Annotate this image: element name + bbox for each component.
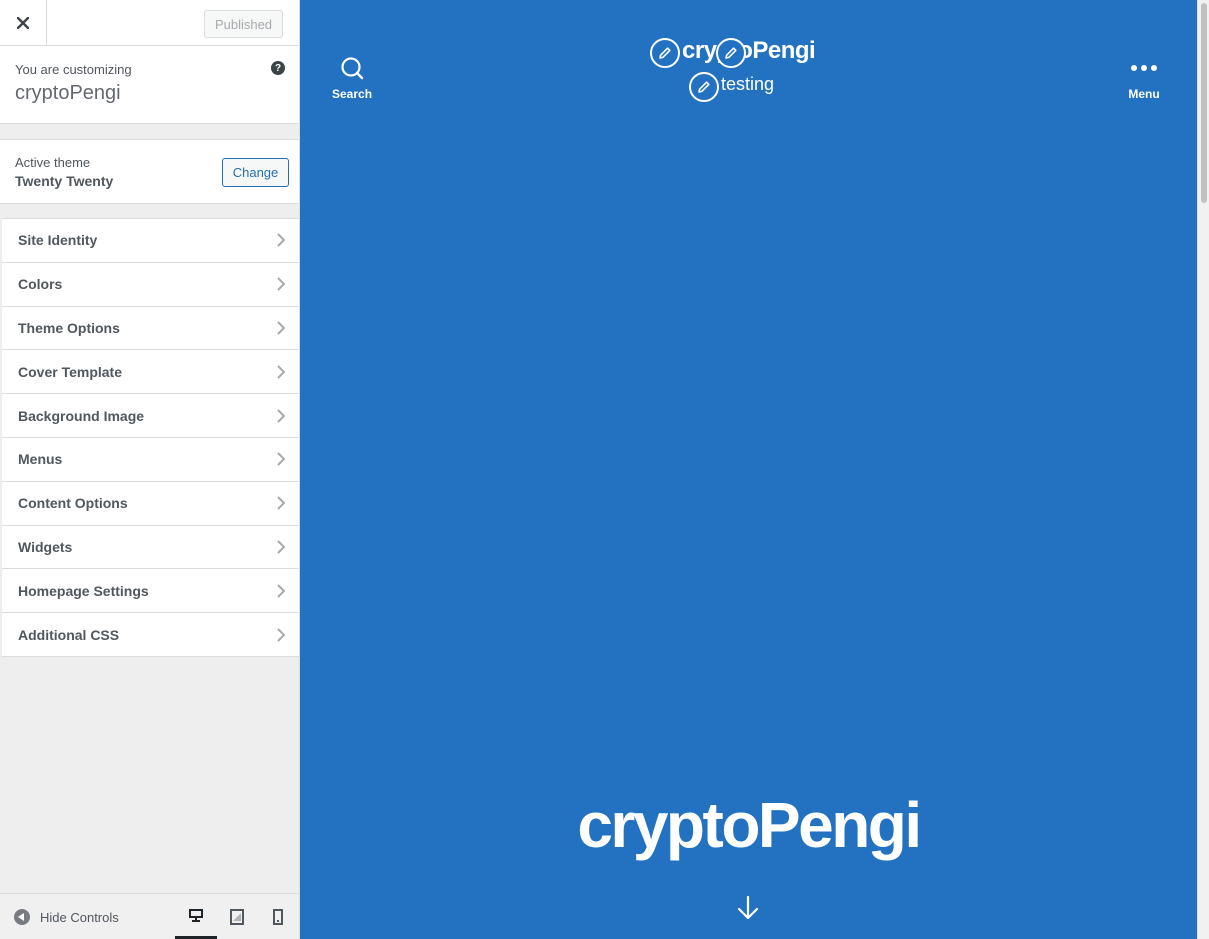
preview-desktop-button[interactable] [175,894,217,939]
pencil-icon [725,47,737,59]
change-theme-button[interactable]: Change [222,158,289,187]
tablet-icon [230,909,244,925]
preview-scrollbar[interactable] [1197,0,1209,939]
chevron-right-icon [277,365,285,379]
help-icon[interactable]: ? [271,61,285,75]
edit-shortcut-site-identity[interactable] [716,38,746,68]
customizing-intro: You are customizing [15,62,132,77]
panel-site-identity[interactable]: Site Identity [2,219,299,263]
panel-label: Site Identity [18,232,98,249]
customizer-panels: Site Identity Colors Theme Options Cover… [2,218,299,657]
arrow-down-icon[interactable] [736,895,760,921]
edit-shortcut-tagline[interactable] [689,72,719,102]
preview-site-title[interactable]: cryptoPengi [682,37,816,65]
site-preview: Search cryptoPengi testing Menu cryptoPe… [300,0,1197,939]
panel-content-options[interactable]: Content Options [2,481,299,526]
panel-label: Cover Template [18,363,122,380]
close-icon [17,17,29,29]
panel-label: Theme Options [18,319,120,336]
pencil-icon [698,81,710,93]
chevron-right-icon [277,627,285,642]
published-button[interactable]: Published [204,10,283,38]
pencil-icon [659,47,671,59]
preview-site-tagline[interactable]: testing [721,74,774,95]
preview-tablet-button[interactable] [216,894,258,939]
panel-background-image[interactable]: Background Image [2,394,299,438]
customizing-info: You are customizing cryptoPengi ? [0,46,299,124]
panel-theme-options[interactable]: Theme Options [2,306,299,351]
close-customizer-button[interactable] [0,0,47,46]
customizer-header: Published [0,0,299,46]
panel-cover-template[interactable]: Cover Template [2,350,299,395]
scrollbar-thumb[interactable] [1201,3,1207,203]
chevron-right-icon [277,452,285,467]
panel-additional-css[interactable]: Additional CSS [2,613,299,657]
panel-label: Background Image [18,407,145,424]
chevron-right-icon [277,277,285,291]
more-dots-icon [1131,65,1157,71]
chevron-right-icon [277,540,285,554]
hide-controls-button[interactable]: Hide Controls [14,909,119,925]
preview-menu-toggle[interactable]: Menu [1122,56,1166,101]
chevron-right-icon [277,584,285,598]
active-theme-section: Active theme Twenty Twenty Change [0,139,299,204]
panel-menus[interactable]: Menus [2,437,299,482]
preview-search-toggle[interactable]: Search [332,56,372,101]
panel-colors[interactable]: Colors [2,262,299,307]
panel-homepage-settings[interactable]: Homepage Settings [2,569,299,614]
desktop-icon [189,909,203,922]
mobile-icon [273,909,283,925]
customizer-sidebar: Published You are customizing cryptoPeng… [0,0,300,939]
panel-label: Widgets [18,538,73,555]
customizing-site-name: cryptoPengi [15,82,121,104]
chevron-right-icon [277,321,285,335]
customizer-footer: Hide Controls [0,893,299,939]
panel-label: Menus [18,451,63,468]
preview-mobile-button[interactable] [257,894,299,939]
collapse-icon [14,909,30,925]
preview-search-label: Search [332,87,373,101]
panel-label: Content Options [18,495,128,512]
preview-menu-label: Menu [1128,87,1160,101]
hide-controls-label: Hide Controls [40,909,119,925]
panel-label: Homepage Settings [18,582,149,599]
chevron-right-icon [277,408,285,423]
search-icon [341,57,364,80]
chevron-right-icon [277,233,285,248]
cover-title: cryptoPengi [577,789,922,861]
panel-widgets[interactable]: Widgets [2,525,299,570]
edit-shortcut-site-title[interactable] [650,38,680,68]
panel-label: Colors [18,276,63,293]
chevron-right-icon [277,496,285,510]
panel-label: Additional CSS [18,626,120,643]
